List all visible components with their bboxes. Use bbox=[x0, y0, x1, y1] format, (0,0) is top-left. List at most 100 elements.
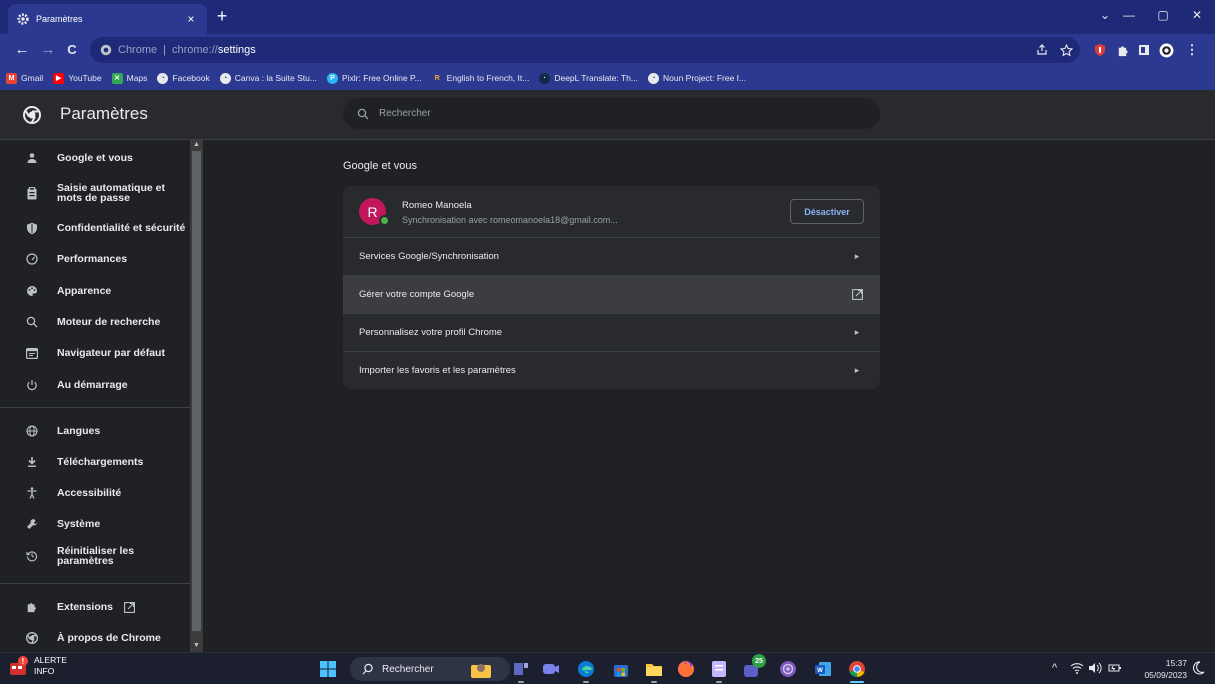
row-label: Importer les favoris et les paramètres bbox=[359, 365, 516, 376]
puzzle-icon bbox=[25, 600, 39, 614]
taskbar-clock[interactable]: 15:37 05/09/2023 bbox=[1133, 657, 1187, 681]
bookmark-maps[interactable]: ✕ Maps bbox=[111, 72, 147, 84]
sidebar-item-startup[interactable]: Au démarrage bbox=[0, 377, 190, 393]
taskbar-app-word[interactable]: W bbox=[812, 658, 834, 680]
bookmark-reverso[interactable]: R English to French, It... bbox=[432, 73, 530, 84]
scroll-down-arrow-icon[interactable]: ▼ bbox=[190, 641, 203, 651]
taskbar-app-widgets[interactable] bbox=[510, 658, 532, 683]
globe-icon: ◔ bbox=[157, 72, 169, 84]
taskbar-app-explorer-art[interactable] bbox=[470, 658, 492, 680]
row-customize-profile[interactable]: Personnalisez votre profil Chrome ▸ bbox=[343, 313, 880, 351]
night-light-icon[interactable] bbox=[1193, 661, 1205, 675]
row-google-services[interactable]: Services Google/Synchronisation ▸ bbox=[343, 237, 880, 275]
new-tab-button[interactable]: + bbox=[213, 7, 231, 25]
chevron-right-icon: ▸ bbox=[854, 365, 860, 375]
reload-button[interactable]: C bbox=[64, 42, 80, 58]
globe-icon: ◔ bbox=[219, 72, 231, 84]
svg-text:W: W bbox=[817, 668, 823, 674]
row-label: Services Google/Synchronisation bbox=[359, 251, 499, 262]
globe-icon bbox=[25, 424, 39, 438]
palette-icon bbox=[25, 284, 39, 298]
restore-button[interactable]: ▢ bbox=[1146, 5, 1180, 25]
close-button[interactable]: ✕ bbox=[1180, 5, 1214, 25]
bookmark-pixlr[interactable]: P Pixlr: Free Online P... bbox=[326, 72, 422, 84]
row-manage-account[interactable]: Gérer votre compte Google bbox=[343, 275, 880, 313]
sidebar-item-label: Réinitialiser les paramètres bbox=[57, 545, 135, 567]
sidebar-item-label: Confidentialité et sécurité bbox=[57, 222, 186, 234]
disable-sync-button[interactable]: Désactiver bbox=[790, 199, 864, 224]
external-link-icon bbox=[850, 289, 864, 300]
wifi-icon[interactable] bbox=[1070, 662, 1084, 674]
alert-title: ALERTE bbox=[34, 655, 67, 665]
extensions-puzzle-icon[interactable] bbox=[1114, 42, 1130, 58]
tab-settings[interactable]: Paramètres × bbox=[8, 4, 207, 34]
bookmark-deepl[interactable]: · DeepL Translate: Th... bbox=[539, 72, 638, 84]
row-import-bookmarks[interactable]: Importer les favoris et les paramètres ▸ bbox=[343, 351, 880, 389]
back-button[interactable]: ← bbox=[14, 42, 30, 58]
sidebar-item-downloads[interactable]: Téléchargements bbox=[0, 454, 190, 470]
accessibility-icon bbox=[25, 486, 39, 500]
side-panel-icon[interactable] bbox=[1136, 42, 1152, 58]
sidebar-item-search-engine[interactable]: Moteur de recherche bbox=[0, 314, 190, 330]
chrome-icon bbox=[25, 631, 39, 645]
sidebar-item-reset[interactable]: Réinitialiser les paramètres bbox=[0, 543, 190, 569]
profile-sync-status: Synchronisation avec romeomanoela18@gmai… bbox=[402, 215, 618, 225]
sidebar-item-extensions[interactable]: Extensions bbox=[0, 599, 190, 615]
forward-button[interactable]: → bbox=[40, 42, 56, 58]
sidebar-item-languages[interactable]: Langues bbox=[0, 423, 190, 439]
bookmark-gmail[interactable]: M Gmail bbox=[6, 72, 43, 84]
sidebar-item-appearance[interactable]: Apparence bbox=[0, 283, 190, 299]
tray-overflow-chevron-icon[interactable]: ^ bbox=[1052, 662, 1057, 674]
taskbar-app-chrome[interactable] bbox=[846, 658, 868, 683]
sidebar-scrollbar[interactable]: ▲ ▼ bbox=[190, 140, 203, 652]
tab-title: Paramètres bbox=[36, 14, 83, 24]
shield-extension-icon[interactable] bbox=[1092, 42, 1108, 58]
taskbar-app-teams-chat[interactable]: 25 bbox=[742, 654, 766, 680]
taskbar-app-notes[interactable] bbox=[708, 658, 730, 683]
clock-time: 15:37 bbox=[1165, 658, 1187, 668]
volume-icon[interactable] bbox=[1088, 662, 1102, 674]
bookmark-noun-project[interactable]: ◔ Noun Project: Free I... bbox=[647, 72, 746, 84]
sidebar-divider bbox=[0, 407, 190, 408]
title-bar: Paramètres × + ⌄ — ▢ ✕ bbox=[0, 0, 1215, 34]
sidebar-item-google-et-vous[interactable]: Google et vous bbox=[0, 150, 190, 166]
taskbar-app-file-explorer[interactable] bbox=[643, 658, 665, 683]
sidebar-item-autofill[interactable]: Saisie automatique et mots de passe bbox=[0, 180, 190, 206]
sidebar-item-accessibility[interactable]: Accessibilité bbox=[0, 485, 190, 501]
search-input[interactable] bbox=[379, 108, 849, 119]
sidebar-item-system[interactable]: Système bbox=[0, 516, 190, 532]
taskbar-app-tor-browser[interactable] bbox=[777, 658, 799, 680]
chevron-right-icon: ▸ bbox=[854, 251, 860, 261]
scrollbar-thumb[interactable] bbox=[192, 151, 201, 631]
taskbar-app-edge[interactable] bbox=[575, 658, 597, 683]
bookmark-youtube[interactable]: ▶ YouTube bbox=[53, 72, 102, 84]
svg-text:!: ! bbox=[22, 657, 25, 666]
bookmark-facebook[interactable]: ◔ Facebook bbox=[157, 72, 210, 84]
sidebar-item-performance[interactable]: Performances bbox=[0, 251, 190, 267]
weather-alert-widget[interactable]: ! ALERTE INFO bbox=[8, 655, 67, 677]
bookmark-star-icon[interactable] bbox=[1058, 42, 1074, 58]
sidebar-item-privacy[interactable]: Confidentialité et sécurité bbox=[0, 220, 190, 236]
bookmark-canva[interactable]: ◔ Canva : la Suite Stu... bbox=[219, 72, 317, 84]
minimize-button[interactable]: — bbox=[1112, 5, 1146, 25]
alert-subtitle: INFO bbox=[34, 666, 55, 676]
gmail-icon: M bbox=[6, 72, 17, 84]
sidebar-item-default-browser[interactable]: Navigateur par défaut bbox=[0, 345, 190, 361]
person-icon bbox=[25, 151, 39, 165]
windows-start-icon[interactable] bbox=[320, 661, 336, 677]
profile-icon[interactable] bbox=[1158, 42, 1174, 58]
gauge-icon bbox=[25, 252, 39, 266]
settings-search[interactable] bbox=[343, 98, 880, 129]
address-bar[interactable]: Chrome | chrome://settings bbox=[90, 37, 1080, 63]
tab-close-button[interactable]: × bbox=[183, 12, 199, 26]
taskbar-app-store[interactable] bbox=[610, 658, 632, 680]
taskbar-app-teams[interactable] bbox=[540, 658, 562, 680]
sidebar-item-about-chrome[interactable]: À propos de Chrome bbox=[0, 630, 190, 646]
more-menu-icon[interactable]: ⋮ bbox=[1184, 42, 1200, 58]
taskbar-app-firefox[interactable] bbox=[675, 658, 697, 680]
share-icon[interactable] bbox=[1034, 42, 1050, 58]
sidebar-item-label: Au démarrage bbox=[57, 379, 128, 391]
google-account-card: R Romeo Manoela Synchronisation avec rom… bbox=[343, 186, 880, 389]
scroll-up-arrow-icon[interactable]: ▲ bbox=[190, 140, 203, 150]
battery-icon[interactable] bbox=[1108, 662, 1122, 674]
